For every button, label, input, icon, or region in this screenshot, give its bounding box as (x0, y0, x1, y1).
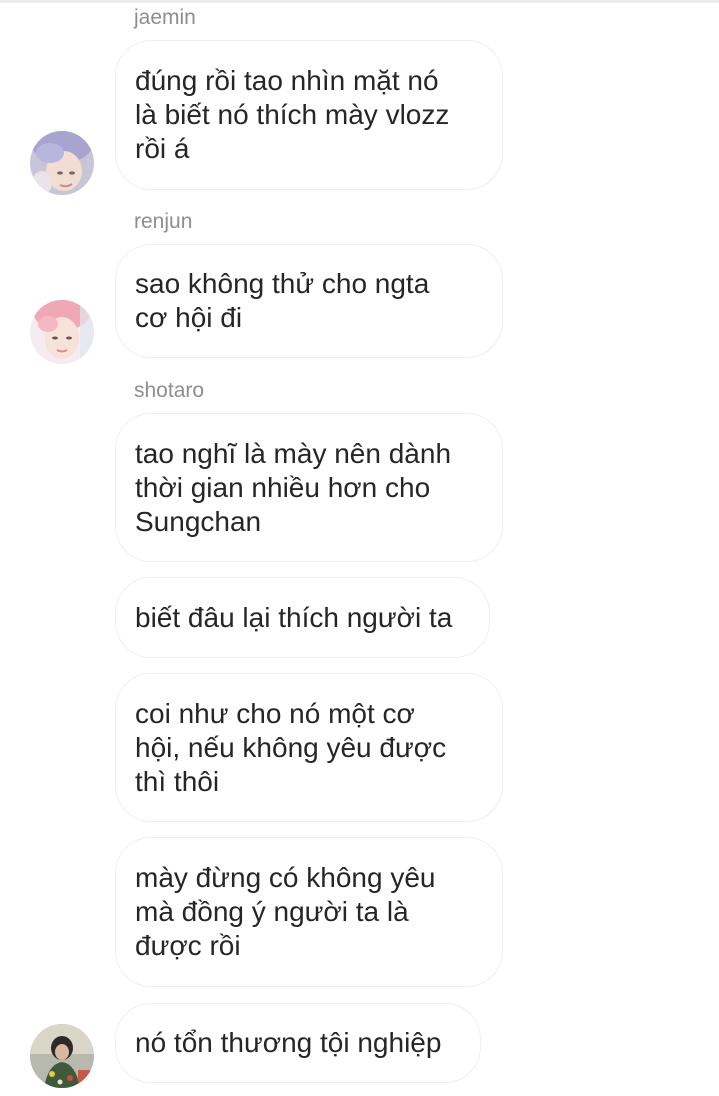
avatar-jaemin[interactable] (30, 131, 94, 195)
message-text: biết đâu lại thích người ta (135, 601, 453, 633)
message-bubble[interactable]: biết đâu lại thích người ta (115, 577, 490, 658)
message-text: nó tổn thương tội nghiệp (135, 1027, 442, 1058)
sender-name-jaemin: jaemin (134, 6, 196, 29)
message-text: tao nghĩ là mày nên dành thời gian nhiều… (135, 437, 452, 537)
message-bubble[interactable]: mày đừng có không yêu mà đồng ý người ta… (115, 837, 503, 987)
profile-photo-icon (30, 300, 94, 364)
screen-top-edge (0, 0, 719, 3)
avatar-shotaro[interactable] (30, 1024, 94, 1088)
profile-photo-icon (30, 1024, 94, 1088)
message-bubble[interactable]: nó tổn thương tội nghiệp (115, 1003, 481, 1083)
message-text: mày đừng có không yêu mà đồng ý người ta… (135, 862, 436, 961)
avatar-renjun[interactable] (30, 300, 94, 364)
message-bubble[interactable]: tao nghĩ là mày nên dành thời gian nhiều… (115, 413, 503, 562)
message-bubble[interactable]: sao không thử cho ngta cơ hội đi (115, 244, 503, 358)
message-text: coi như cho nó một cơ hội, nếu không yêu… (135, 697, 447, 797)
sender-name-shotaro: shotaro (134, 379, 205, 402)
profile-photo-icon (30, 131, 94, 195)
message-bubble[interactable]: coi như cho nó một cơ hội, nếu không yêu… (115, 673, 503, 822)
message-bubble[interactable]: đúng rồi tao nhìn mặt nó là biết nó thíc… (115, 40, 503, 190)
message-text: đúng rồi tao nhìn mặt nó là biết nó thíc… (135, 65, 450, 164)
message-text: sao không thử cho ngta cơ hội đi (135, 268, 430, 333)
sender-name-renjun: renjun (134, 210, 193, 233)
